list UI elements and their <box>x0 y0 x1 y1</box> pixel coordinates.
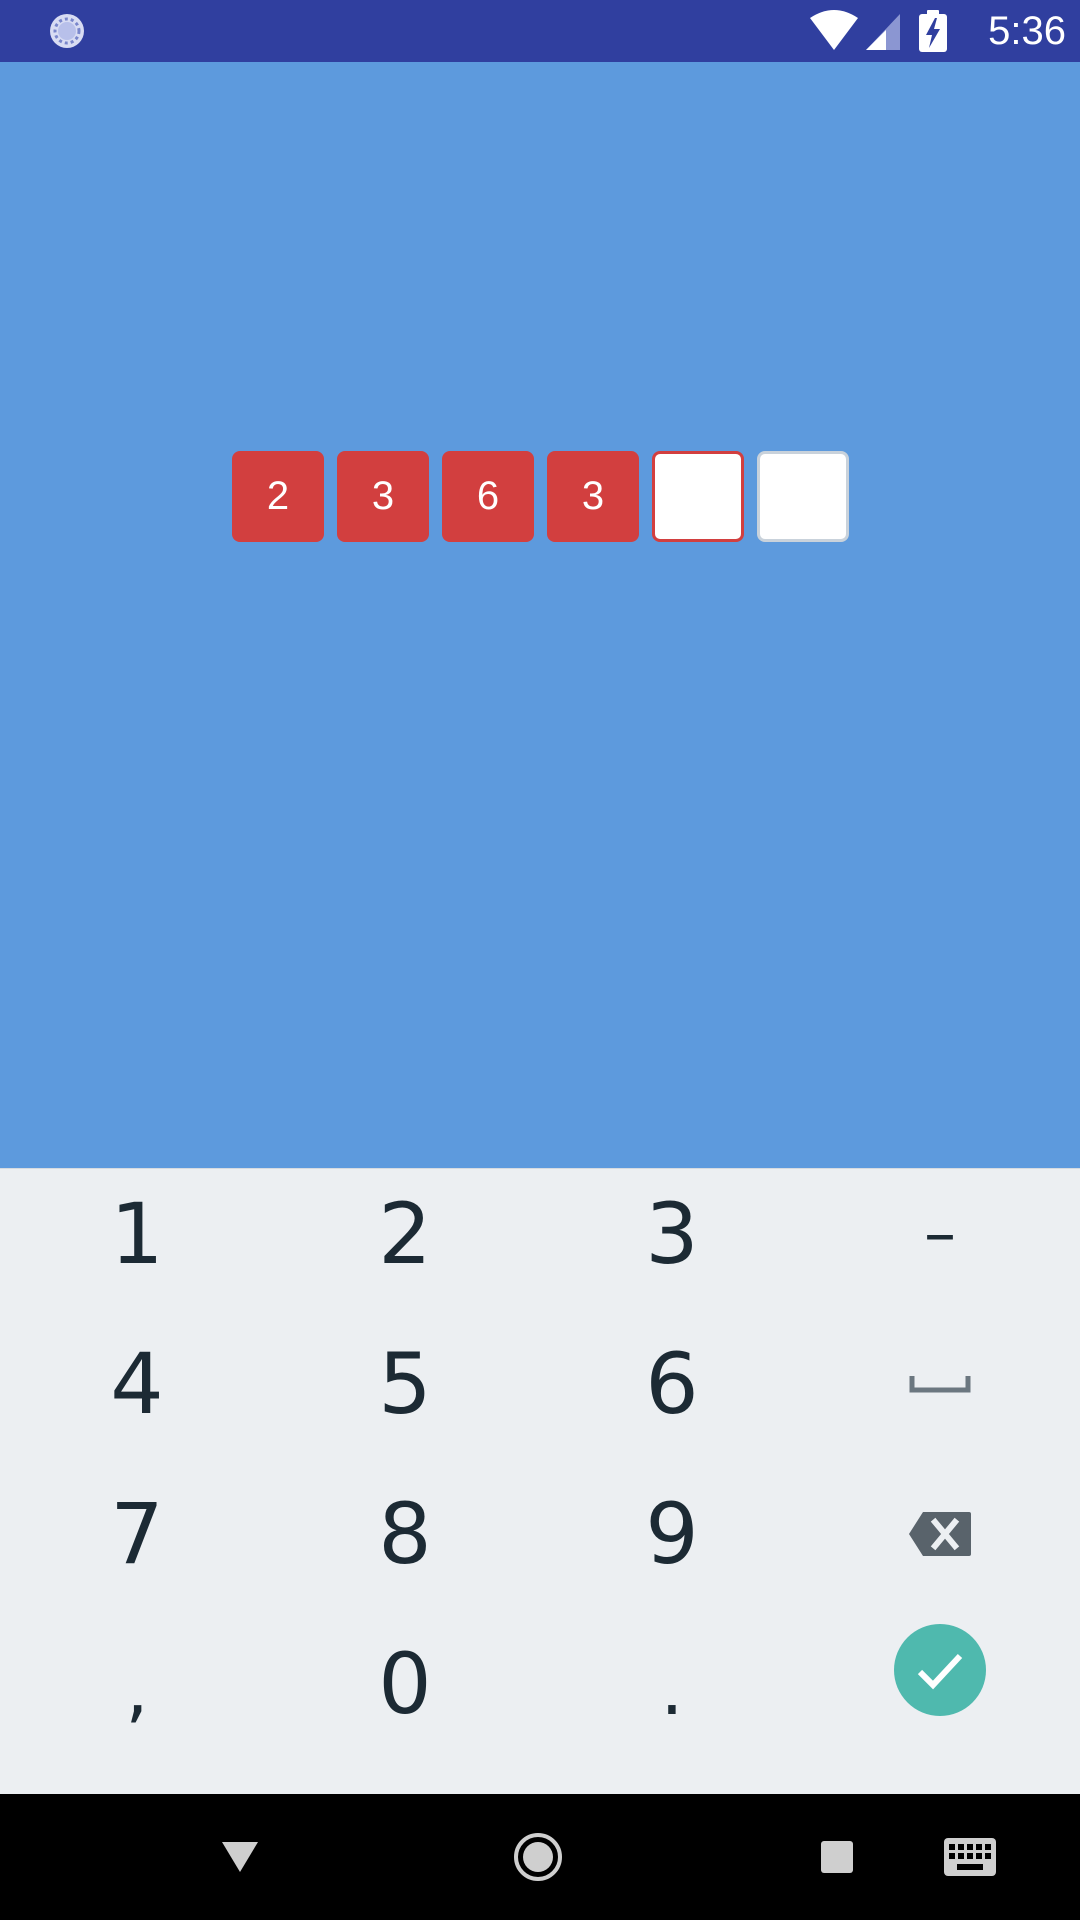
done-button-circle <box>894 1624 986 1716</box>
home-icon <box>514 1833 562 1881</box>
space-icon <box>909 1376 971 1393</box>
pin-digit-box[interactable] <box>757 451 849 542</box>
keyboard-switch-icon <box>944 1838 996 1876</box>
key-8[interactable]: 8 <box>305 1469 505 1599</box>
back-icon <box>222 1842 258 1872</box>
pin-digit-box[interactable]: 6 <box>442 451 534 542</box>
nav-home-button[interactable] <box>488 1812 588 1902</box>
key-minus[interactable]: – <box>840 1169 1040 1299</box>
key-done[interactable] <box>840 1605 1040 1735</box>
key-backspace[interactable] <box>840 1469 1040 1599</box>
pin-entry: 2 3 6 3 <box>232 451 849 542</box>
recents-icon <box>821 1841 853 1873</box>
key-space[interactable] <box>840 1319 1040 1449</box>
wifi-icon <box>810 10 858 50</box>
screen: 5:36 2 3 6 3 1 2 3 – 4 5 6 7 8 9 , 0 . <box>0 0 1080 1920</box>
loader-icon <box>50 14 84 48</box>
key-6[interactable]: 6 <box>572 1319 772 1449</box>
status-time: 5:36 <box>988 9 1066 53</box>
signal-icon <box>866 14 900 50</box>
battery-charging-icon <box>919 10 947 52</box>
navigation-bar <box>0 1794 1080 1920</box>
key-1[interactable]: 1 <box>37 1169 237 1299</box>
key-7[interactable]: 7 <box>37 1469 237 1599</box>
status-bar: 5:36 <box>0 0 1080 62</box>
key-4[interactable]: 4 <box>37 1319 237 1449</box>
pin-digit-box[interactable]: 2 <box>232 451 324 542</box>
key-period[interactable]: . <box>572 1619 772 1749</box>
key-5[interactable]: 5 <box>305 1319 505 1449</box>
key-comma[interactable]: , <box>37 1619 237 1749</box>
key-3[interactable]: 3 <box>572 1169 772 1299</box>
pin-digit-box-active[interactable] <box>652 451 744 542</box>
pin-digit-box[interactable]: 3 <box>547 451 639 542</box>
nav-recents-button[interactable] <box>787 1812 887 1902</box>
nav-back-button[interactable] <box>190 1812 290 1902</box>
key-9[interactable]: 9 <box>572 1469 772 1599</box>
key-2[interactable]: 2 <box>305 1169 505 1299</box>
pin-digit-box[interactable]: 3 <box>337 451 429 542</box>
key-0[interactable]: 0 <box>305 1619 505 1749</box>
numeric-keyboard: 1 2 3 – 4 5 6 7 8 9 , 0 . <box>0 1168 1080 1795</box>
done-check-icon <box>917 1653 963 1690</box>
keyboard-switch-button[interactable] <box>920 1812 1020 1902</box>
backspace-icon <box>909 1512 971 1556</box>
